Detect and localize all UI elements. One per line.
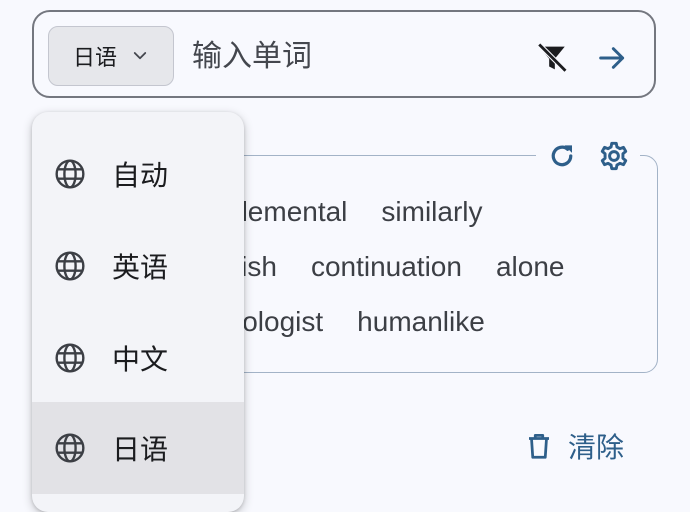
word-chip[interactable]: continuation	[311, 251, 462, 282]
menu-item-label: 日语	[112, 434, 169, 465]
globe-icon	[55, 343, 85, 373]
menu-item-japanese[interactable]: 日语	[32, 402, 244, 494]
search-submit-button[interactable]	[590, 36, 634, 80]
word-chip[interactable]: elemental	[226, 196, 347, 227]
word-list: elementalsimilarly ggishcontinuationalon…	[222, 196, 658, 366]
filter-off-icon	[537, 42, 568, 73]
word-chip[interactable]: alone	[496, 251, 565, 282]
globe-icon	[55, 251, 85, 281]
search-input[interactable]	[190, 34, 514, 80]
menu-item-auto[interactable]: 自动	[32, 128, 244, 220]
menu-item-chinese[interactable]: 中文	[32, 312, 244, 404]
refresh-button[interactable]	[547, 141, 577, 171]
word-row: icologist humanlike	[222, 306, 519, 338]
filter-off-button[interactable]	[530, 36, 574, 80]
settings-button[interactable]	[598, 140, 630, 172]
word-row: ggishcontinuationalone	[222, 251, 598, 283]
refresh-icon	[551, 145, 572, 167]
card-toolbar	[536, 138, 640, 174]
globe-icon	[55, 433, 85, 463]
clear-button[interactable]: 清除	[524, 420, 624, 472]
menu-item-label: 自动	[112, 160, 169, 191]
menu-item-english[interactable]: 英语	[32, 220, 244, 312]
language-dropdown-menu: 自动 英语 中文 日语	[32, 112, 244, 512]
menu-item-label: 英语	[112, 252, 169, 283]
gear-icon	[600, 141, 627, 171]
trash-icon	[529, 434, 549, 459]
menu-item-label: 中文	[112, 344, 169, 375]
search-bar: 日语	[32, 10, 656, 98]
globe-icon	[55, 159, 85, 189]
arrow-right-icon	[599, 47, 625, 69]
word-row: elemental similarly	[226, 196, 517, 228]
language-chip-label: 日语	[72, 45, 117, 70]
word-chip[interactable]: humanlike	[357, 306, 485, 337]
chevron-down-icon	[133, 52, 147, 60]
clear-button-label: 清除	[568, 432, 625, 463]
language-select-button[interactable]: 日语	[48, 26, 174, 86]
word-chip[interactable]: similarly	[381, 196, 482, 227]
